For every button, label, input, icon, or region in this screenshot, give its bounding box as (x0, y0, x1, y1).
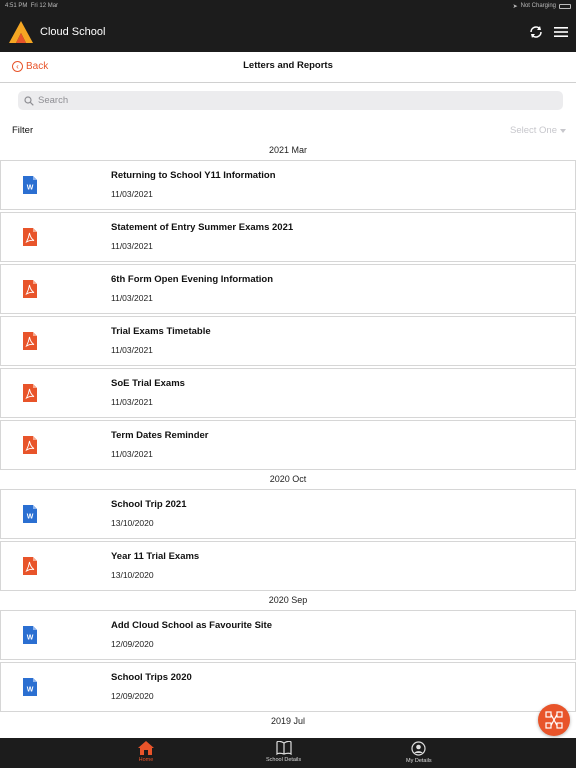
document-list-item[interactable]: Trial Exams Timetable 11/03/2021 (0, 316, 576, 366)
filter-label: Filter (12, 125, 34, 136)
search-input[interactable] (38, 95, 538, 106)
document-date: 12/09/2020 (111, 691, 154, 701)
nav-bar: ‹ Back Letters and Reports (0, 52, 576, 83)
status-date: Fri 12 Mar (30, 3, 59, 9)
document-title: SoE Trial Exams (111, 378, 185, 389)
pdf-document-icon (23, 436, 37, 454)
document-list-item[interactable]: W School Trip 2021 13/10/2020 (0, 489, 576, 539)
pdf-document-icon (23, 228, 37, 246)
document-title: School Trips 2020 (111, 672, 192, 683)
tab-label-school-details: School Details (266, 757, 302, 763)
battery-icon (559, 3, 571, 9)
tab-my-details[interactable]: My Details (406, 741, 432, 764)
filter-select[interactable]: Select One (510, 125, 566, 136)
pdf-document-icon (23, 332, 37, 350)
document-list-item[interactable]: Year 11 Trial Exams 13/10/2020 (0, 541, 576, 591)
document-date: 11/03/2021 (111, 345, 153, 355)
document-list-item[interactable]: SoE Trial Exams 11/03/2021 (0, 368, 576, 418)
document-date: 11/03/2021 (111, 397, 153, 407)
book-icon (275, 741, 292, 755)
filter-select-value: Select One (510, 125, 557, 136)
svg-text:W: W (27, 687, 34, 694)
document-title: Add Cloud School as Favourite Site (111, 620, 272, 631)
cloud-school-logo-icon (9, 21, 33, 43)
app-header: Cloud School (0, 12, 576, 52)
document-title: Statement of Entry Summer Exams 2021 (111, 222, 294, 233)
document-list-item[interactable]: W School Trips 2020 12/09/2020 (0, 662, 576, 712)
document-date: 13/10/2020 (111, 518, 154, 528)
status-bar: 4:51 PM Fri 12 Mar ➤ Not Charging (0, 0, 576, 12)
section-header: 2020 Sep (268, 595, 308, 605)
document-list: 2021 Mar W Returning to School Y11 Informa… (0, 143, 576, 729)
document-title: Trial Exams Timetable (111, 326, 211, 337)
filter-row: Filter Select One (0, 120, 576, 140)
section-header: 2020 Oct (269, 474, 307, 484)
document-title: Term Dates Reminder (111, 430, 209, 441)
document-list-item[interactable]: 6th Form Open Evening Information 11/03/2… (0, 264, 576, 314)
document-title: Year 11 Trial Exams (111, 551, 200, 562)
app-title: Cloud School (40, 26, 106, 38)
location-icon: ➤ (512, 3, 518, 10)
search-bar[interactable] (18, 91, 563, 110)
svg-text:W: W (27, 514, 34, 521)
document-date: 11/03/2021 (111, 241, 153, 251)
network-icon (545, 711, 563, 729)
document-date: 11/03/2021 (111, 293, 153, 303)
network-action-button[interactable] (538, 704, 570, 736)
status-right: ➤ Not Charging (513, 3, 571, 10)
page-title: Letters and Reports (243, 60, 333, 71)
menu-icon[interactable] (554, 26, 568, 38)
refresh-icon[interactable] (528, 25, 544, 39)
document-date: 13/10/2020 (111, 570, 154, 580)
document-list-item[interactable]: Term Dates Reminder 11/03/2021 (0, 420, 576, 470)
document-title: School Trip 2021 (111, 499, 187, 510)
word-document-icon: W (23, 626, 37, 644)
user-icon (411, 741, 426, 756)
tab-label-my-details: My Details (406, 758, 432, 764)
document-title: Returning to School Y11 Information (111, 170, 276, 181)
battery-status: Not Charging (520, 3, 556, 9)
pdf-document-icon (23, 557, 37, 575)
word-document-icon: W (23, 176, 37, 194)
pdf-document-icon (23, 384, 37, 402)
caret-down-icon (560, 128, 566, 133)
document-date: 11/03/2021 (111, 449, 153, 459)
document-list-item[interactable]: W Add Cloud School as Favourite Site 12/09… (0, 610, 576, 660)
status-time: 4:51 PM (5, 3, 28, 9)
search-icon (24, 95, 34, 106)
document-date: 12/09/2020 (111, 639, 154, 649)
document-list-item[interactable]: Statement of Entry Summer Exams 2021 11/0… (0, 212, 576, 262)
document-list-item[interactable]: W Returning to School Y11 Information 11/0… (0, 160, 576, 210)
svg-text:W: W (27, 635, 34, 642)
tab-label-home: Home (138, 757, 154, 763)
section-header: 2021 Mar (268, 145, 308, 155)
document-title: 6th Form Open Evening Information (111, 274, 274, 285)
svg-text:W: W (27, 185, 34, 192)
section-header: 2019 Jul (270, 716, 306, 726)
pdf-document-icon (23, 280, 37, 298)
word-document-icon: W (23, 505, 37, 523)
word-document-icon: W (23, 678, 37, 696)
home-icon (138, 741, 154, 755)
tab-bar: Home School Details My Details (0, 738, 576, 768)
tab-home[interactable]: Home (138, 741, 154, 763)
document-date: 11/03/2021 (111, 189, 153, 199)
tab-school-details[interactable]: School Details (266, 741, 301, 763)
